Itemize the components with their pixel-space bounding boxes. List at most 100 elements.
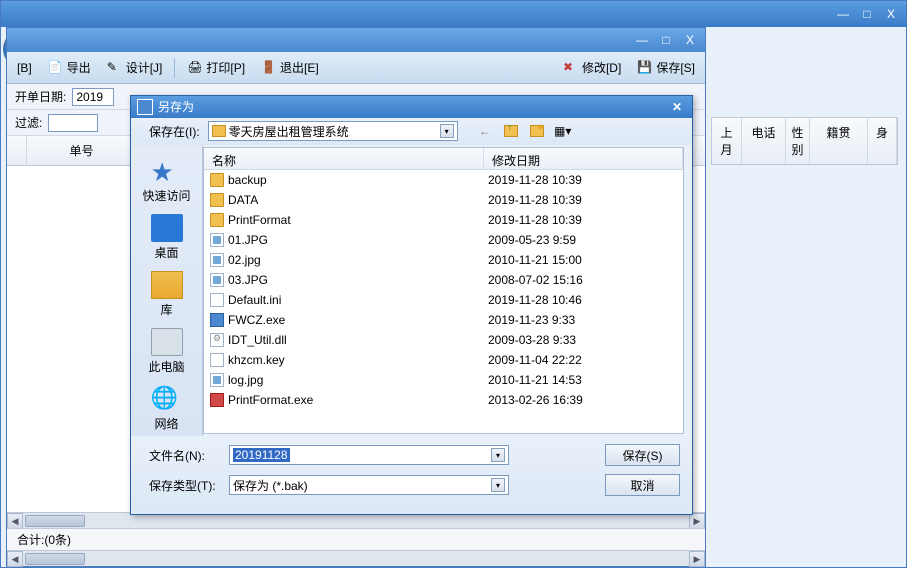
- inner-minimize-button[interactable]: —: [631, 31, 653, 49]
- file-row[interactable]: PrintFormat.exe2013-02-26 16:39: [204, 390, 683, 410]
- file-row[interactable]: Default.ini 2019-11-28 10:46: [204, 290, 683, 310]
- toolbar-item-save[interactable]: 💾保存[S]: [633, 57, 699, 78]
- filter-label: 过滤:: [15, 114, 42, 131]
- filename-input[interactable]: 20191128: [233, 448, 290, 462]
- rar-icon: [210, 393, 224, 407]
- chevron-down-icon[interactable]: ▾: [440, 124, 454, 138]
- scroll-thumb[interactable]: [25, 515, 85, 527]
- col-id[interactable]: 身: [868, 118, 897, 164]
- place-desktop[interactable]: 桌面: [137, 210, 197, 265]
- file-row[interactable]: FWCZ.exe2019-11-23 9:33: [204, 310, 683, 330]
- save-button[interactable]: 保存(S): [605, 444, 680, 466]
- exe-icon: [210, 313, 224, 327]
- file-name: 01.JPG: [228, 233, 268, 247]
- col-origin[interactable]: 籍贯: [810, 118, 868, 164]
- main-titlebar: — □ X: [1, 1, 906, 27]
- file-list[interactable]: backup2019-11-28 10:39DATA2019-11-28 10:…: [204, 170, 683, 433]
- scroll-track-2[interactable]: [23, 551, 689, 566]
- dialog-icon: [137, 99, 153, 115]
- ini-icon: [210, 293, 224, 307]
- file-date: 2013-02-26 16:39: [484, 393, 683, 407]
- print-icon: 🖨: [187, 60, 203, 76]
- scroll-thumb-2[interactable]: [25, 553, 85, 565]
- file-date: 2019-11-28 10:39: [484, 173, 683, 187]
- file-date: 2010-11-21 15:00: [484, 253, 683, 267]
- network-icon: 🌐: [151, 385, 183, 413]
- summary-bar: 合计:(0条): [7, 528, 705, 550]
- toolbar-item-design[interactable]: ✎设计[J]: [103, 57, 167, 78]
- chevron-down-icon[interactable]: ▾: [491, 478, 505, 492]
- file-row[interactable]: PrintFormat2019-11-28 10:39: [204, 210, 683, 230]
- scroll-right-button-2[interactable]: ▶: [689, 551, 705, 567]
- place-quick-access[interactable]: ★快速访问: [137, 153, 197, 208]
- file-row[interactable]: khzcm.key2009-11-04 22:22: [204, 350, 683, 370]
- library-icon: [151, 271, 183, 299]
- file-date: 2009-05-23 9:59: [484, 233, 683, 247]
- place-network[interactable]: 🌐网络: [137, 381, 197, 436]
- date-label: 开单日期:: [15, 88, 66, 105]
- col-phone[interactable]: 电话: [742, 118, 786, 164]
- chevron-down-icon[interactable]: ▾: [491, 448, 505, 462]
- file-row[interactable]: log.jpg2010-11-21 14:53: [204, 370, 683, 390]
- file-date: 2010-11-21 14:53: [484, 373, 683, 387]
- place-this-pc[interactable]: 此电脑: [137, 324, 197, 379]
- dialog-title: 另存为: [158, 98, 194, 115]
- cancel-button[interactable]: 取消: [605, 474, 680, 496]
- exit-icon: 🚪: [261, 60, 277, 76]
- filetype-combo[interactable]: 保存为 (*.bak) ▾: [229, 475, 509, 495]
- file-date: 2019-11-28 10:39: [484, 193, 683, 207]
- toolbar-item-modify[interactable]: ✖修改[D]: [559, 57, 625, 78]
- filter-input[interactable]: [48, 114, 98, 132]
- cross-icon: ✖: [563, 60, 579, 76]
- dialog-close-button[interactable]: ✕: [668, 99, 686, 115]
- new-folder-button[interactable]: ✦: [528, 122, 546, 140]
- inner-titlebar: — □ X: [7, 28, 705, 52]
- place-libraries[interactable]: 库: [137, 267, 197, 322]
- scroll-left-button[interactable]: ◀: [7, 513, 23, 529]
- scroll-track[interactable]: [23, 513, 689, 528]
- col-month[interactable]: 上月: [712, 118, 742, 164]
- grid-header-id[interactable]: 单号: [27, 136, 137, 165]
- back-button[interactable]: ←: [476, 122, 494, 140]
- up-folder-button[interactable]: ↑: [502, 122, 520, 140]
- h-scrollbar-2: ◀ ▶: [7, 550, 705, 566]
- file-row[interactable]: DATA2019-11-28 10:39: [204, 190, 683, 210]
- design-icon: ✎: [107, 60, 123, 76]
- filetype-label: 保存类型(T):: [149, 477, 219, 494]
- filename-combo[interactable]: 20191128 ▾: [229, 445, 509, 465]
- minimize-button[interactable]: —: [832, 5, 854, 23]
- pc-icon: [151, 328, 183, 356]
- file-row[interactable]: backup2019-11-28 10:39: [204, 170, 683, 190]
- file-name: Default.ini: [228, 293, 281, 307]
- file-row[interactable]: 03.JPG2008-07-02 15:16: [204, 270, 683, 290]
- date-input[interactable]: [72, 88, 114, 106]
- toolbar-item-exit[interactable]: 🚪退出[E]: [257, 57, 323, 78]
- toolbar-separator: [174, 58, 175, 78]
- file-row[interactable]: 01.JPG 2009-05-23 9:59: [204, 230, 683, 250]
- file-list-header: 名称 修改日期: [204, 148, 683, 170]
- location-combo[interactable]: 零天房屋出租管理系统 ▾: [208, 121, 458, 141]
- dialog-titlebar: 另存为 ✕: [131, 96, 692, 118]
- col-gender[interactable]: 性别: [786, 118, 810, 164]
- inner-maximize-button[interactable]: □: [655, 31, 677, 49]
- maximize-button[interactable]: □: [856, 5, 878, 23]
- file-row[interactable]: 02.jpg2010-11-21 15:00: [204, 250, 683, 270]
- grid-header-blank[interactable]: [7, 136, 27, 165]
- inner-close-button[interactable]: X: [679, 31, 701, 49]
- toolbar-item-export[interactable]: 📄导出: [44, 57, 95, 78]
- places-bar: ★快速访问 桌面 库 此电脑 🌐网络: [131, 145, 203, 436]
- toolbar: [B] 📄导出 ✎设计[J] 🖨打印[P] 🚪退出[E] ✖修改[D] 💾保存[…: [7, 52, 705, 84]
- toolbar-item-print[interactable]: 🖨打印[P]: [183, 57, 249, 78]
- save-as-dialog: 另存为 ✕ 保存在(I): 零天房屋出租管理系统 ▾ ← ↑ ✦ ▦▾: [130, 95, 693, 515]
- scroll-right-button[interactable]: ▶: [689, 513, 705, 529]
- right-grid-header: 上月 电话 性别 籍贯 身: [711, 117, 898, 165]
- jpg-icon: [210, 253, 224, 267]
- scroll-left-button-2[interactable]: ◀: [7, 551, 23, 567]
- toolbar-item-b[interactable]: [B]: [13, 59, 36, 77]
- view-menu-button[interactable]: ▦▾: [554, 122, 572, 140]
- file-row[interactable]: IDT_Util.dll2009-03-28 9:33: [204, 330, 683, 350]
- col-name[interactable]: 名称: [204, 148, 484, 169]
- close-button[interactable]: X: [880, 5, 902, 23]
- col-date[interactable]: 修改日期: [484, 148, 683, 169]
- file-date: 2019-11-28 10:46: [484, 293, 683, 307]
